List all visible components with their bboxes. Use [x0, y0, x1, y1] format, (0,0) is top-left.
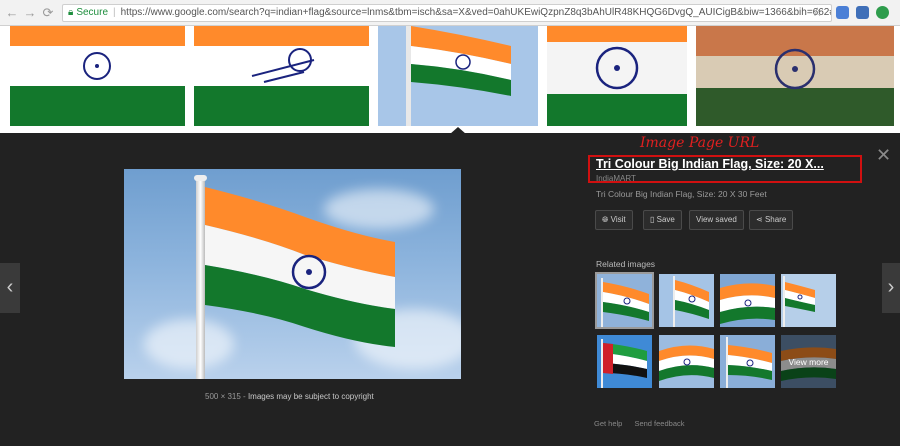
- waving-flag-icon: [205, 187, 395, 347]
- globe-icon: 🌐︎: [602, 215, 611, 224]
- panel-footer: Get help Send feedback: [594, 419, 695, 428]
- view-more-label: View more: [781, 335, 836, 388]
- ashoka-chakra-icon: [774, 48, 816, 90]
- image-results-strip: [0, 26, 900, 130]
- flag-pole: [196, 179, 205, 379]
- annotation-label: Image Page URL: [640, 135, 760, 151]
- browser-toolbar: ← → ⟳ 🔒︎ Secure | https://www.google.com/se…: [0, 0, 900, 26]
- back-icon[interactable]: ←: [4, 5, 20, 21]
- extension-icon[interactable]: [856, 6, 869, 19]
- image-result-thumbnail[interactable]: [10, 26, 185, 126]
- waving-flag-icon: [411, 26, 511, 96]
- view-saved-button[interactable]: View saved: [689, 210, 744, 230]
- save-button[interactable]: ▯ Save: [643, 210, 682, 230]
- related-image[interactable]: [659, 274, 714, 327]
- chevron-right-icon: ›: [887, 276, 895, 298]
- result-site: IndiaMART: [596, 174, 636, 183]
- get-help-link[interactable]: Get help: [594, 419, 622, 428]
- image-result-thumbnail-selected[interactable]: [378, 26, 538, 126]
- image-dimensions: 500 × 315: [205, 392, 241, 401]
- url-text: https://www.google.com/search?q=indian+f…: [120, 7, 832, 18]
- share-icon: ⋖: [756, 215, 765, 224]
- bookmark-star-icon[interactable]: ☆: [812, 5, 823, 19]
- charkha-icon: [251, 48, 315, 83]
- chevron-left-icon: ‹: [6, 276, 14, 298]
- image-result-thumbnail[interactable]: [194, 26, 369, 126]
- related-image[interactable]: [720, 274, 775, 327]
- related-images-heading: Related images: [596, 259, 656, 269]
- ashoka-chakra-icon: [595, 46, 639, 90]
- next-image-button[interactable]: ›: [882, 263, 900, 313]
- preview-image[interactable]: [124, 169, 461, 379]
- image-result-thumbnail[interactable]: [696, 26, 894, 126]
- related-image[interactable]: [597, 335, 652, 388]
- related-image[interactable]: [781, 274, 836, 327]
- reload-icon[interactable]: ⟳: [40, 5, 56, 21]
- related-image[interactable]: [595, 272, 654, 329]
- extension-icon[interactable]: [876, 6, 889, 19]
- image-info: 500 × 315 - Images may be subject to cop…: [205, 392, 374, 401]
- forward-icon[interactable]: →: [22, 5, 38, 21]
- lock-icon: 🔒︎: [68, 7, 74, 18]
- close-icon[interactable]: ✕: [876, 146, 891, 164]
- address-bar[interactable]: 🔒︎ Secure | https://www.google.com/search?q…: [62, 4, 832, 22]
- result-title-link[interactable]: Tri Colour Big Indian Flag, Size: 20 X..…: [596, 157, 858, 171]
- ashoka-chakra-icon: [83, 52, 111, 80]
- selection-caret: [450, 127, 466, 134]
- share-button[interactable]: ⋖ Share: [749, 210, 794, 230]
- visit-button[interactable]: 🌐︎ Visit: [595, 210, 633, 230]
- view-more-button[interactable]: View more: [781, 335, 836, 388]
- send-feedback-link[interactable]: Send feedback: [634, 419, 684, 428]
- related-image[interactable]: [720, 335, 775, 388]
- extension-icon[interactable]: [836, 6, 849, 19]
- secure-label: Secure: [76, 7, 109, 18]
- image-result-thumbnail[interactable]: [547, 26, 687, 126]
- copyright-notice[interactable]: Images may be subject to copyright: [248, 392, 374, 401]
- previous-image-button[interactable]: ‹: [0, 263, 20, 313]
- bookmark-icon: ▯: [650, 215, 657, 224]
- result-description: Tri Colour Big Indian Flag, Size: 20 X 3…: [596, 189, 767, 199]
- related-image[interactable]: [659, 335, 714, 388]
